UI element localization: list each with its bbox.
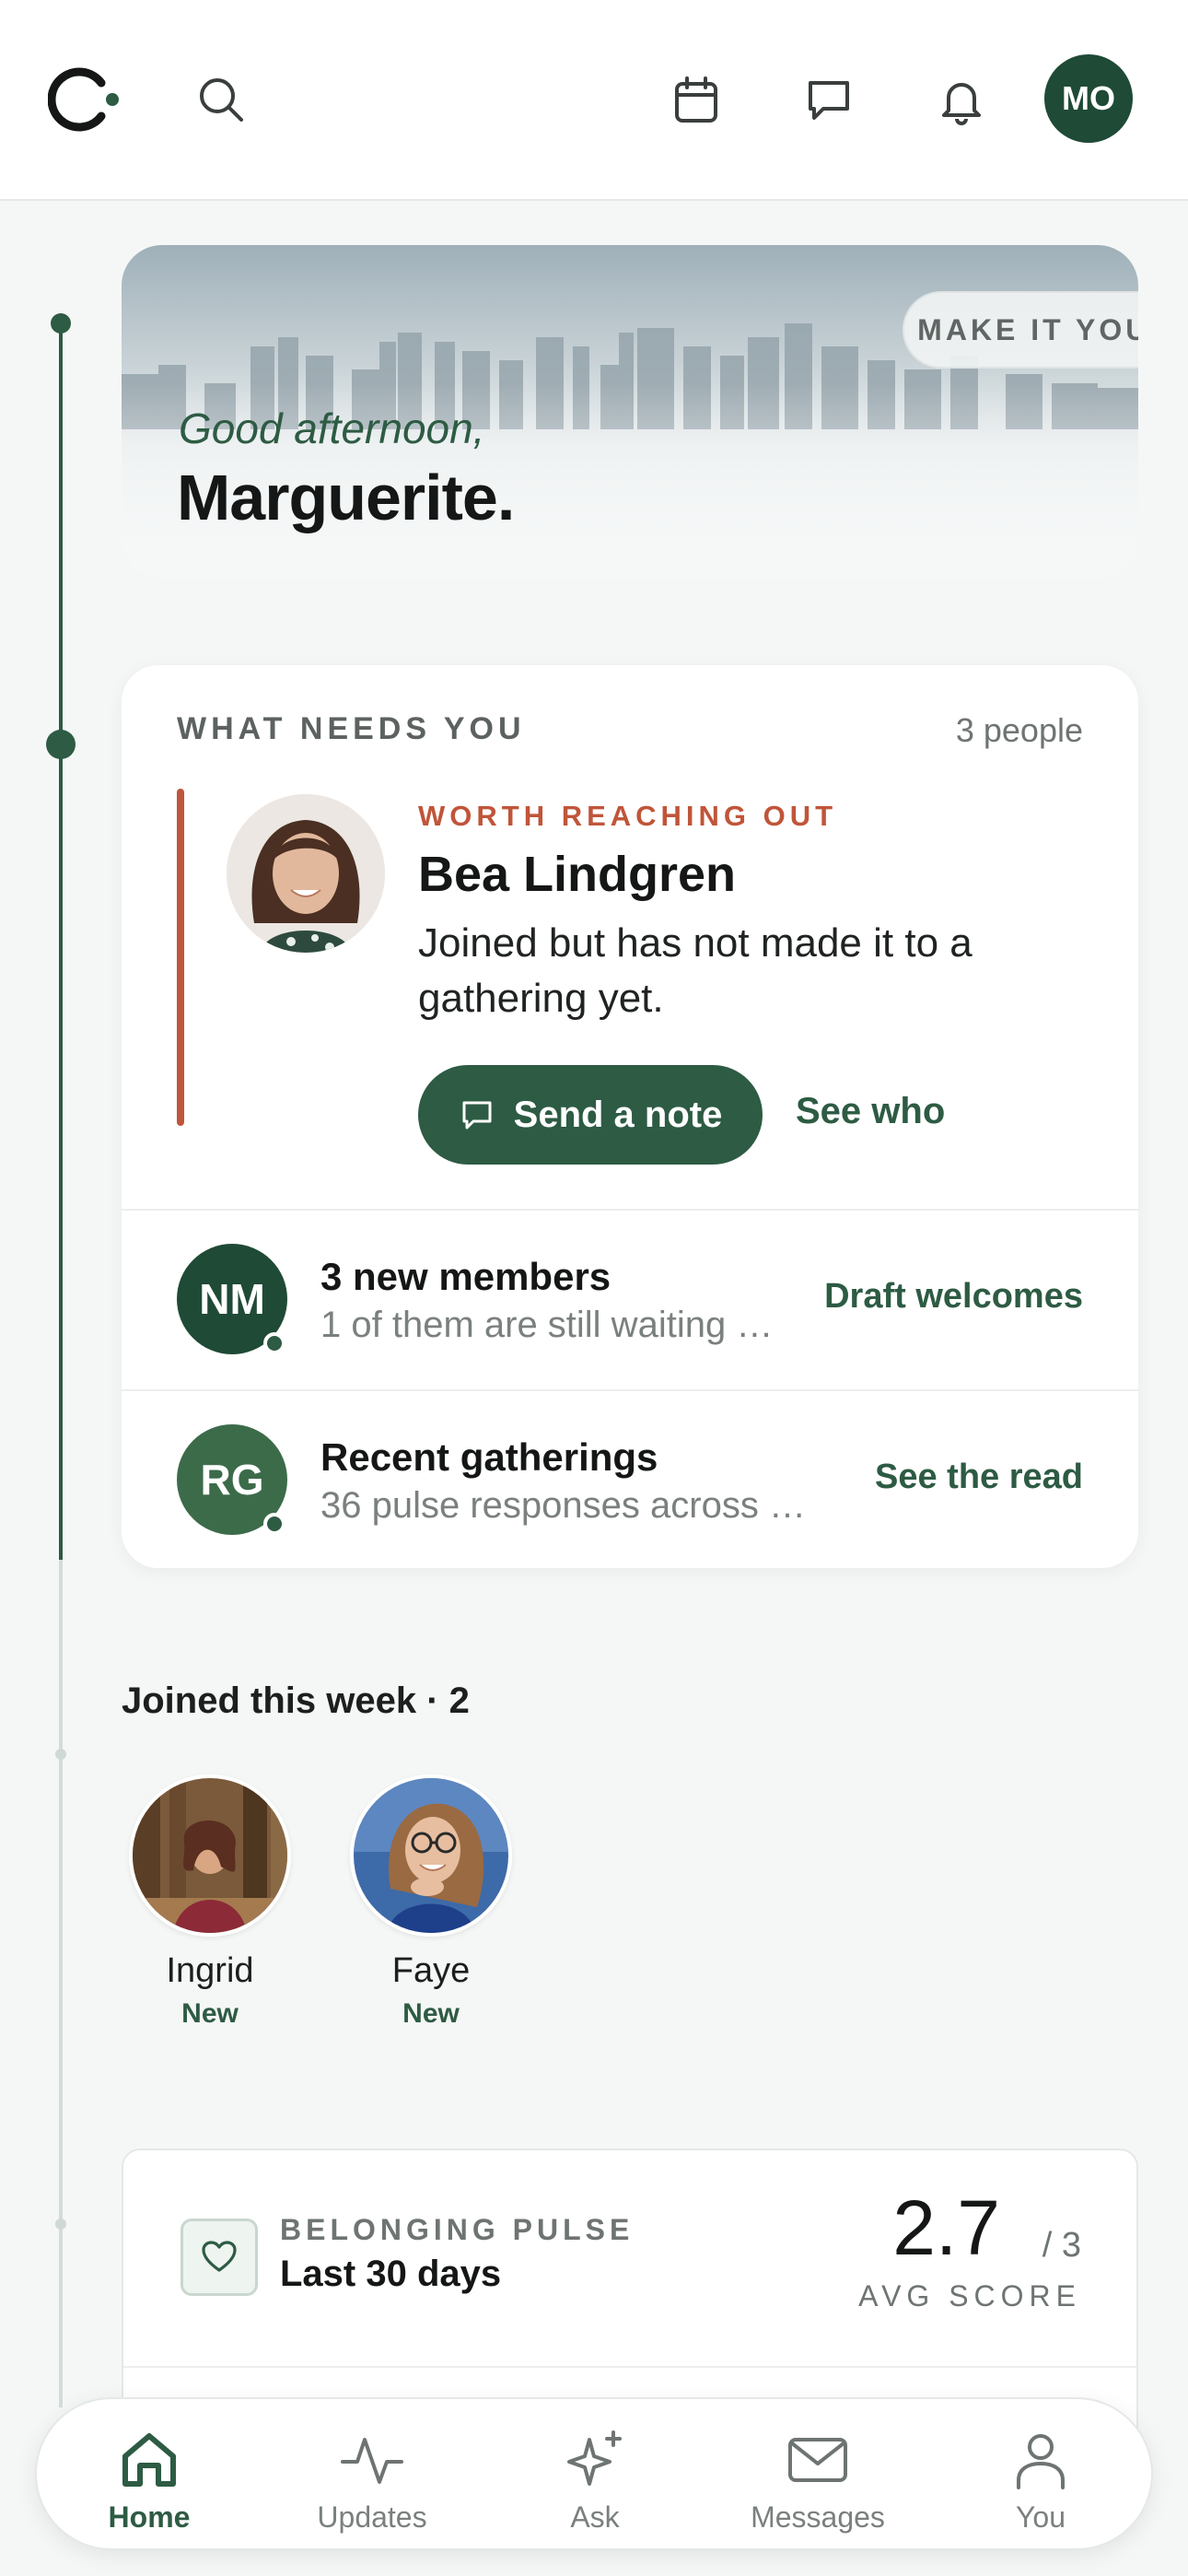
nav-label: Ask [570, 2500, 620, 2534]
row-divider [122, 1389, 1138, 1391]
row-title: 3 new members [320, 1255, 611, 1298]
nav-messages[interactable]: Messages [726, 2425, 910, 2535]
draft-welcomes-link[interactable]: Draft welcomes [824, 1277, 1083, 1317]
bell-icon[interactable] [925, 63, 998, 136]
bottom-navigation: Home Updates Ask Messages You [35, 2397, 1153, 2550]
avg-score-label: AVG SCORE [858, 2279, 1081, 2313]
timeline-line-faded [59, 1560, 63, 2407]
people-count: 3 people [955, 711, 1083, 749]
new-member-faye[interactable]: Faye New [350, 1774, 512, 2030]
section-heading: WHAT NEEDS YOU [177, 711, 526, 746]
greeting-text: Good afternoon, [179, 404, 485, 452]
member-description: Joined but has not made it to a gatherin… [418, 920, 973, 1021]
nav-label: Home [108, 2500, 191, 2534]
see-the-read-link[interactable]: See the read [875, 1458, 1083, 1497]
activity-icon [280, 2425, 464, 2495]
search-icon[interactable] [184, 63, 258, 136]
new-badge: New [181, 1998, 239, 2029]
sparkle-icon [503, 2425, 687, 2495]
new-member-ingrid[interactable]: Ingrid New [129, 1774, 291, 2030]
nav-home[interactable]: Home [57, 2425, 241, 2535]
loader-ring-icon[interactable] [48, 63, 122, 136]
what-needs-you-card: WHAT NEEDS YOU 3 people WORTH REACHING O… [122, 665, 1138, 1568]
send-note-label: Send a note [513, 1094, 723, 1135]
pulse-max: / 3 [1042, 2226, 1081, 2265]
top-bar: MO [0, 0, 1188, 201]
profile-avatar[interactable]: MO [1044, 54, 1133, 143]
status-dot [263, 1332, 285, 1354]
pulse-range: Last 30 days [280, 2254, 502, 2294]
user-icon [949, 2425, 1133, 2495]
priority-label: WORTH REACHING OUT [418, 800, 838, 832]
chat-icon[interactable] [792, 63, 866, 136]
timeline-dot [55, 1749, 66, 1760]
calendar-icon[interactable] [659, 63, 733, 136]
note-icon [462, 1101, 492, 1130]
card-divider [123, 2366, 1136, 2368]
member-photo [350, 1774, 512, 1937]
nav-updates[interactable]: Updates [280, 2425, 464, 2535]
nav-label: Messages [751, 2500, 885, 2534]
pulse-score: 2.7 [892, 2184, 1000, 2271]
make-it-yours-button[interactable]: MAKE IT YOURS [903, 291, 1138, 369]
greeting-hero-card: MAKE IT YOURS Good afternoon, Marguerite… [122, 245, 1138, 579]
user-name: Marguerite. [177, 462, 515, 533]
nav-you[interactable]: You [949, 2425, 1133, 2535]
status-dot [263, 1513, 285, 1535]
pulse-label: BELONGING PULSE [280, 2213, 635, 2246]
timeline-dot [51, 313, 71, 334]
row-subtitle: 1 of them are still waiting on a welcome [320, 1305, 781, 1345]
nav-ask[interactable]: Ask [503, 2425, 687, 2535]
joined-this-week-heading: Joined this week · 2 [122, 1680, 470, 1721]
nav-label: You [1016, 2500, 1066, 2534]
row-title: Recent gatherings [320, 1435, 658, 1479]
timeline-dot [46, 730, 76, 759]
new-badge: New [402, 1998, 460, 2029]
heart-icon [181, 2219, 258, 2296]
row-divider [122, 1209, 1138, 1211]
member-name: Ingrid [166, 1951, 254, 1990]
priority-accent-bar [177, 789, 184, 1126]
timeline-line [59, 321, 63, 1560]
member-name: Faye [391, 1951, 471, 1990]
nav-label: Updates [317, 2500, 427, 2534]
home-icon [57, 2425, 241, 2495]
send-note-button[interactable]: Send a note [418, 1065, 763, 1165]
member-photo[interactable] [227, 794, 385, 953]
member-name: Bea Lindgren [418, 847, 737, 902]
see-who-link[interactable]: See who [796, 1091, 945, 1132]
member-photo [129, 1774, 291, 1937]
row-subtitle: 36 pulse responses across 4 gatherings [320, 1485, 822, 1526]
mail-icon [726, 2425, 910, 2495]
timeline-dot [55, 2219, 66, 2230]
